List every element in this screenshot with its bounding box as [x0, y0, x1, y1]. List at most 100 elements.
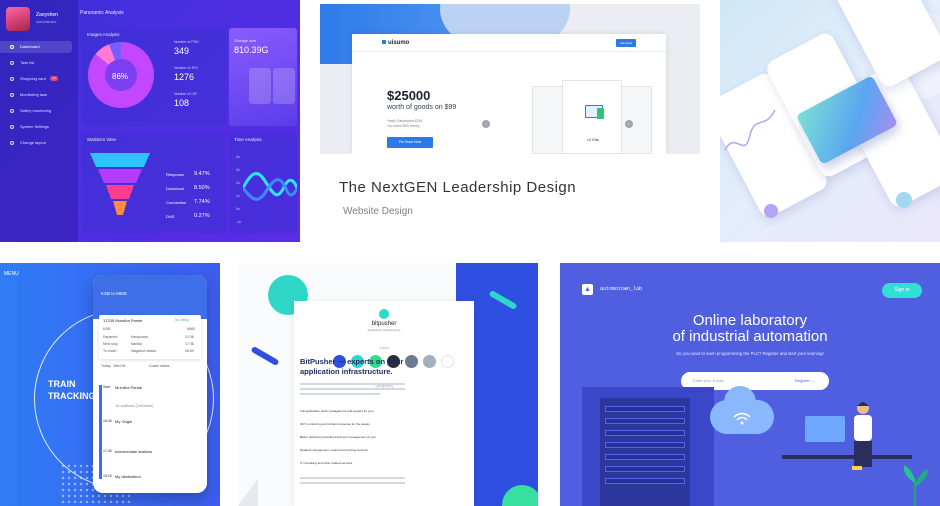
uikit-label: UI Kits — [587, 137, 599, 142]
sidebar-item-system-settings[interactable]: System Settings — [0, 121, 72, 133]
website-design-shot[interactable]: uisumo Join Now $25000 worth of goods on… — [320, 4, 700, 243]
cart-icon — [10, 77, 14, 81]
sidebar-item-label: Shopping card — [20, 76, 46, 81]
automation-lab-shot[interactable]: ▲ automotown_lab Sign in Online laborato… — [560, 263, 940, 506]
savings-text: You saves 95% money. — [387, 124, 420, 128]
funnel-value: 0.27% — [194, 213, 210, 219]
route-track — [99, 385, 102, 479]
info-label: To reach — [103, 349, 117, 353]
user-role: Administrator — [36, 20, 57, 24]
decor-circle — [764, 204, 778, 218]
card-title: Images Analysis — [87, 32, 120, 37]
sign-in-button[interactable]: Sign in — [882, 283, 922, 298]
register-label: Register — [795, 378, 810, 383]
stat-value: 349 — [174, 46, 190, 56]
page-title: Panoramic Analysis — [80, 10, 124, 16]
delay-status: No delay — [175, 318, 189, 322]
info-station: Nanital — [131, 342, 142, 346]
decor-circle — [896, 192, 912, 208]
user-name: Zaeyshen — [36, 12, 58, 18]
funnel-label: Response — [166, 172, 185, 177]
mobile-app-shot[interactable] — [720, 0, 940, 242]
stop-time: 16:36 — [103, 419, 112, 423]
text-line — [300, 482, 405, 484]
phone-header: KSB to MMS — [93, 275, 207, 319]
time-tick: 0s — [236, 207, 240, 211]
pre-book-button[interactable]: Pre Book Now — [387, 137, 433, 148]
statistics-view-card: Statistics View Response 9.47% Download … — [82, 133, 226, 233]
decor-triangle — [238, 478, 258, 506]
chevron-left-icon[interactable]: ‹ — [482, 120, 490, 128]
headline-line: application infrastructure. — [300, 367, 393, 376]
time-tick: 1s — [236, 194, 240, 198]
server-rack-inner — [600, 398, 690, 506]
price-subheading: worth of goods on $99 — [387, 104, 457, 111]
join-button[interactable]: Join Now — [616, 39, 636, 47]
server-unit — [605, 442, 685, 448]
time-tick: 3s — [236, 168, 240, 172]
storage-card: Storage size 810.39G — [229, 28, 297, 126]
sidebar-item-safety-monitoring[interactable]: Safety monitoring — [0, 105, 72, 117]
server-unit — [605, 418, 685, 424]
hero-subtitle: Do you want to learn programming the PLC… — [676, 351, 824, 356]
stat-label: Number of GIF — [174, 92, 198, 96]
headline-line: Online laboratory — [692, 312, 808, 329]
stat-value: 1276 — [174, 72, 195, 82]
sidebar-item-label: Change layout — [20, 140, 46, 145]
dashboard-shot[interactable]: Zaeyshen Administrator Dashboard Task li… — [0, 0, 300, 242]
stop-name: Intermediate stations — [115, 449, 153, 454]
uikit-card[interactable]: UI Kits — [562, 80, 622, 154]
phone-icon — [597, 108, 604, 119]
bitpusher-shot[interactable]: bitpusher Application infrastructure Col… — [238, 263, 538, 506]
color-swatch — [405, 355, 418, 368]
website-window: uisumo Join Now $25000 worth of goods on… — [352, 34, 666, 154]
info-station: Nagarkot station — [131, 349, 157, 353]
check-item: Better deliveries provided training in m… — [300, 435, 377, 439]
tab-today[interactable]: Today - Wed 06 — [101, 364, 125, 368]
disk-icon — [273, 68, 295, 104]
sidebar-item-label: Task list — [20, 60, 35, 65]
sidebar-item-label: Dashboard — [20, 44, 40, 49]
bitpusher-logo-icon — [379, 309, 389, 319]
train-tracking-shot[interactable]: MENU TRAIN TRACKING KSB to MMS 17235 Mun… — [0, 263, 220, 506]
tab-coach-status[interactable]: Coach status — [149, 364, 169, 368]
avatar[interactable] — [6, 7, 30, 31]
sidebar-item-change-layout[interactable]: Change layout — [0, 137, 72, 149]
funnel-label: DNS — [166, 214, 175, 219]
chevron-right-icon[interactable]: › — [625, 120, 633, 128]
funnel-value: 9.47% — [194, 171, 210, 177]
register-button[interactable]: Register → — [795, 378, 815, 383]
train-number: 17235 — [103, 318, 115, 323]
server-unit — [605, 454, 685, 460]
info-time: 08:50 — [185, 349, 194, 353]
text-line — [300, 383, 405, 385]
check-item: 24/7 monitoring and incident response fo… — [300, 422, 370, 426]
donut-label: 86% — [112, 72, 129, 81]
card-stack: UI Kits — [532, 80, 652, 154]
shot-title[interactable]: The NextGEN Leadership Design — [339, 179, 576, 196]
sidebar-item-shopping-card[interactable]: Shopping card 10 — [0, 73, 72, 85]
check-item: Needed management, support and pricing s… — [300, 448, 368, 452]
funnel-segment — [98, 169, 142, 183]
route-title: KSB to MMS — [101, 291, 127, 296]
stat-label: Number of JPG — [174, 66, 199, 70]
card-title: Statistics View — [87, 137, 116, 142]
shot-category[interactable]: Website Design — [343, 206, 413, 217]
sidebar-item-dashboard[interactable]: Dashboard — [0, 41, 72, 53]
price-heading: $25000 — [387, 88, 431, 103]
sidebar-item-monitoring-task[interactable]: Monitoring task — [0, 89, 72, 101]
time-tick: 2s — [236, 181, 240, 185]
stat-value: 108 — [174, 98, 190, 108]
disk-icon — [249, 68, 271, 104]
sidebar-item-task-list[interactable]: Task list — [0, 57, 72, 69]
storage-value: 810.39G — [234, 45, 269, 55]
gear-icon — [10, 125, 14, 129]
hero-heading: Online laboratory of industrial automati… — [560, 313, 940, 345]
shield-icon — [10, 109, 14, 113]
info-label: Departed — [103, 335, 118, 339]
brand-name: automotown_lab — [600, 286, 643, 292]
task-icon — [10, 61, 14, 65]
info-time: 12:36 — [185, 335, 194, 339]
menu-label[interactable]: MENU — [4, 271, 19, 277]
funnel-value: 8.50% — [194, 185, 210, 191]
